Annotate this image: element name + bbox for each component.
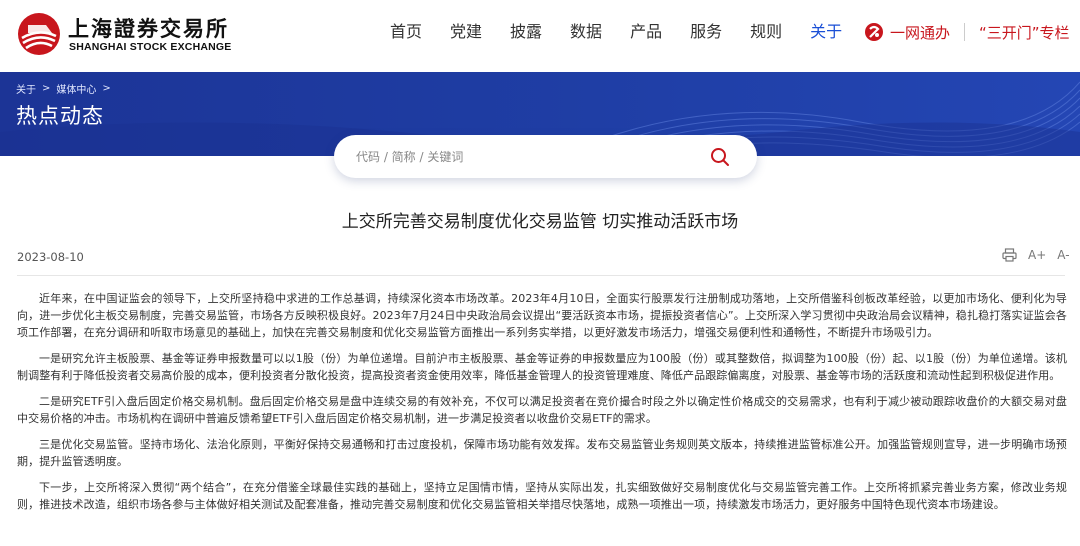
print-icon	[1002, 248, 1017, 262]
chevron-right-icon: >	[42, 83, 51, 94]
logo-en-text: SHANGHAI STOCK EXCHANGE	[69, 41, 232, 53]
nav-item-products[interactable]: 产品	[630, 20, 662, 44]
nav-item-data[interactable]: 数据	[570, 20, 602, 44]
print-button[interactable]	[1002, 248, 1017, 262]
article-paragraph: 二是研究ETF引入盘后固定价格交易机制。盘后固定价格交易是盘中连续交易的有效补充…	[17, 395, 1067, 425]
breadcrumb: 关于 > 媒体中心 >	[16, 81, 117, 96]
article-paragraph: 一是研究允许主板股票、基金等证券申报数量可以以1股（份）为单位递增。目前沪市主板…	[17, 352, 1067, 382]
nav-item-party[interactable]: 党建	[450, 20, 482, 44]
divider	[17, 275, 1065, 276]
article-body: 近年来，在中国证监会的领导下，上交所坚持稳中求进的工作总基调，持续深化资本市场改…	[17, 290, 1067, 522]
search-bar	[334, 135, 757, 178]
sse-logo-icon	[18, 13, 60, 55]
article-paragraph: 近年来，在中国证监会的领导下，上交所坚持稳中求进的工作总基调，持续深化资本市场改…	[17, 292, 1067, 339]
font-increase-button[interactable]: A+	[1028, 248, 1046, 262]
three-open-link[interactable]: “三开门”专栏	[979, 22, 1070, 43]
logo-cn-text: 上海證券交易所	[68, 16, 229, 41]
article-title: 上交所完善交易制度优化交易监管 切实推动活跃市场	[341, 212, 739, 232]
nav-item-home[interactable]: 首页	[390, 20, 422, 44]
font-decrease-button[interactable]: A-	[1057, 248, 1069, 262]
article-tools: A+ A-	[1002, 248, 1070, 262]
quick-divider	[964, 23, 966, 41]
breadcrumb-item-about[interactable]: 关于	[16, 81, 36, 96]
page-title: 热点动态	[16, 104, 104, 128]
quick-links: 一网通办 “三开门”专栏	[864, 20, 1070, 44]
article-date: 2023-08-10	[17, 250, 84, 264]
chevron-right-icon: >	[102, 83, 111, 94]
breadcrumb-item-media[interactable]: 媒体中心	[56, 81, 96, 96]
nav-item-rules[interactable]: 规则	[750, 20, 782, 44]
search-icon[interactable]	[708, 145, 732, 169]
main-nav: 首页 党建 披露 数据 产品 服务 规则 关于	[390, 20, 870, 44]
one-net-icon	[865, 23, 883, 41]
sse-logo[interactable]: 上海證券交易所 SHANGHAI STOCK EXCHANGE	[16, 11, 236, 57]
one-net-link[interactable]: 一网通办	[890, 22, 950, 43]
site-header: 上海證券交易所 SHANGHAI STOCK EXCHANGE 首页 党建 披露…	[0, 0, 1080, 72]
search-input[interactable]	[356, 147, 686, 167]
article-paragraph: 三是优化交易监管。坚持市场化、法治化原则，平衡好保持交易通畅和打击过度投机，保障…	[17, 438, 1067, 468]
article-paragraph: 下一步，上交所将深入贯彻“两个结合”，在充分借鉴全球最佳实践的基础上，坚持立足国…	[17, 481, 1067, 511]
nav-item-about[interactable]: 关于	[810, 20, 842, 44]
nav-item-services[interactable]: 服务	[690, 20, 722, 44]
nav-item-disclosure[interactable]: 披露	[510, 20, 542, 44]
